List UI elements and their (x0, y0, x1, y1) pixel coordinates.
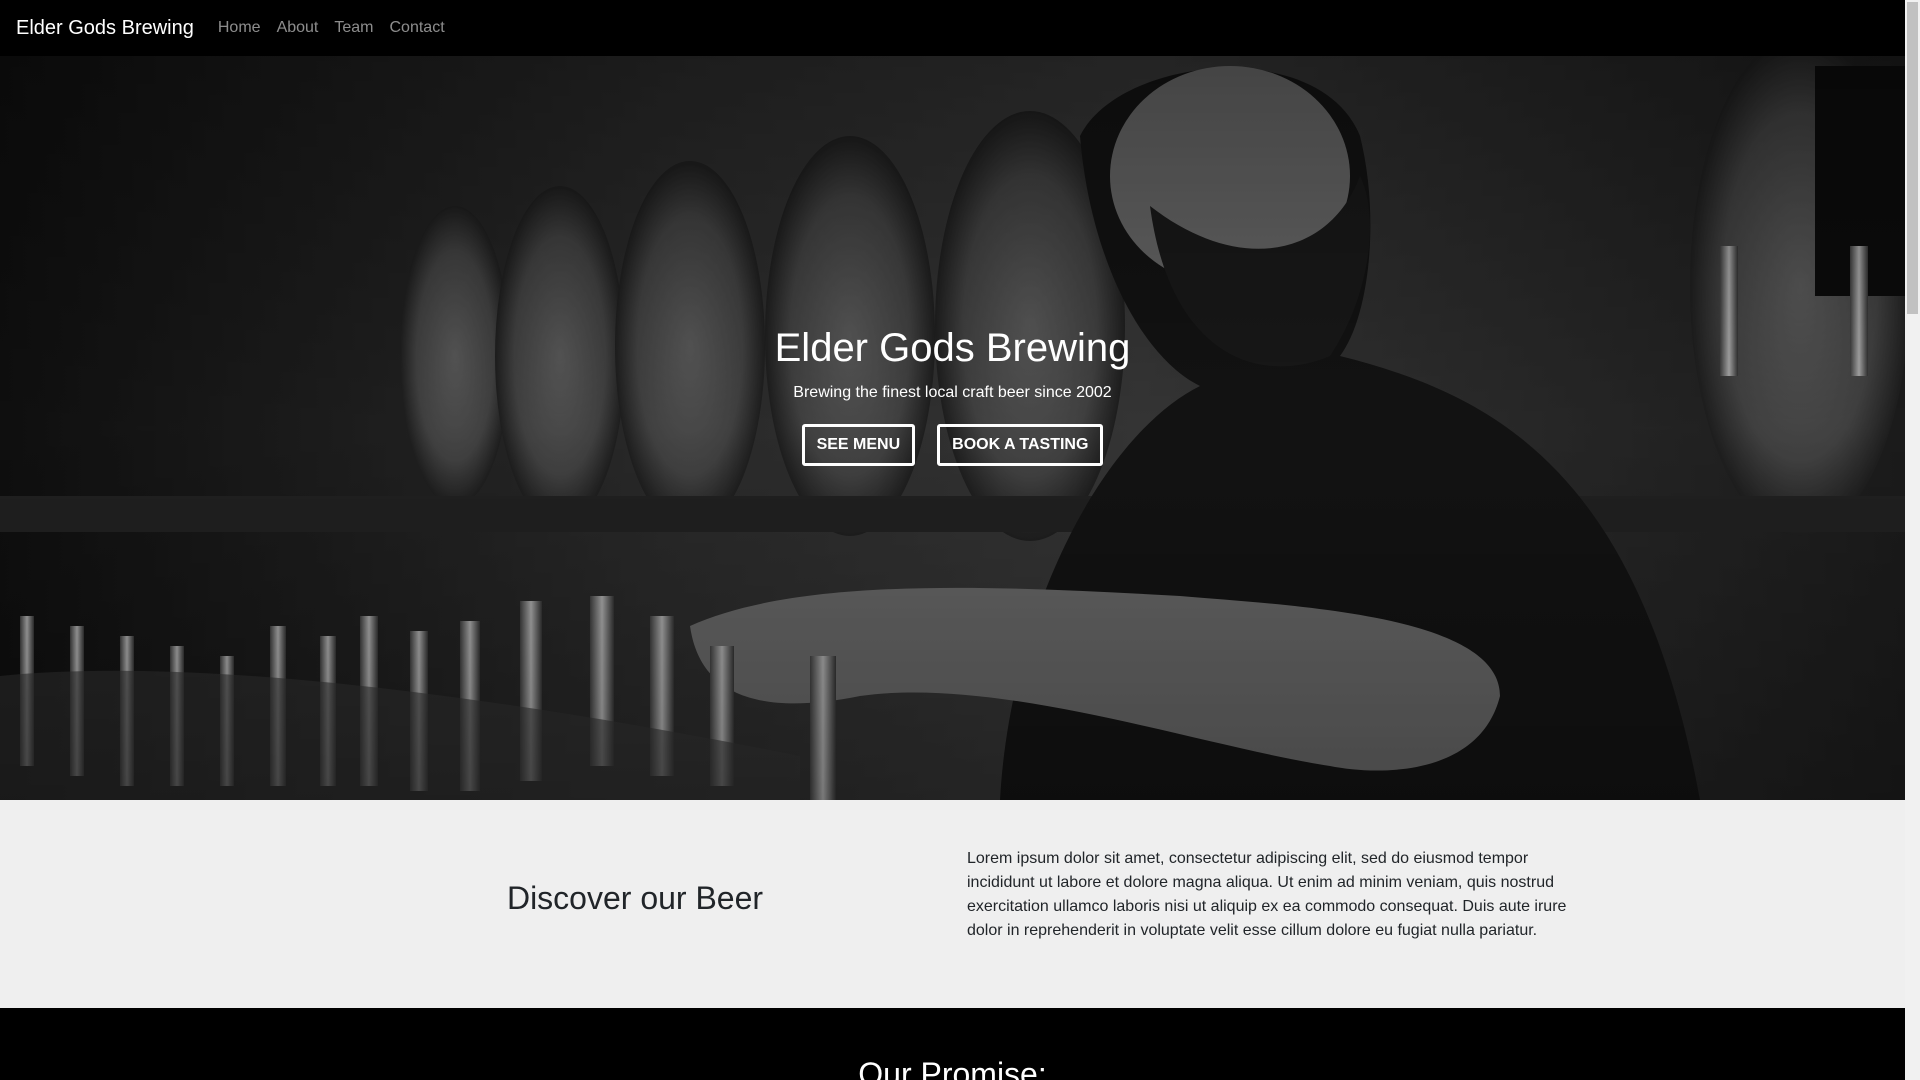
hero-subtitle: Brewing the finest local craft beer sinc… (793, 384, 1112, 401)
hero-content: Elder Gods Brewing Brewing the finest lo… (0, 324, 1905, 466)
nav-link-team[interactable]: Team (334, 19, 373, 37)
page: Elder Gods Brewing Home About Team Conta… (0, 0, 1905, 1080)
navbar-brand[interactable]: Elder Gods Brewing (16, 17, 194, 40)
hero-title: Elder Gods Brewing (774, 326, 1131, 370)
vertical-scrollbar[interactable] (1905, 0, 1920, 1080)
nav-link-home[interactable]: Home (218, 19, 261, 37)
discover-text: Lorem ipsum dolor sit amet, consectetur … (967, 850, 1567, 939)
promise-title: Our Promise: (858, 1056, 1047, 1080)
see-menu-button[interactable]: SEE MENU (801, 424, 916, 466)
hero-section: Elder Gods Brewing Brewing the finest lo… (0, 56, 1905, 800)
discover-section: Discover our Beer Lorem ipsum dolor sit … (0, 800, 1905, 1008)
nav-link-contact[interactable]: Contact (390, 19, 445, 37)
promise-section: Our Promise: (0, 1008, 1905, 1080)
book-tasting-button[interactable]: BOOK A TASTING (937, 424, 1104, 466)
scrollbar-thumb[interactable] (1907, 2, 1918, 314)
navbar: Elder Gods Brewing Home About Team Conta… (0, 0, 1905, 56)
hero-buttons: SEE MENU BOOK A TASTING (0, 424, 1905, 466)
nav-links: Home About Team Contact (218, 19, 461, 37)
nav-link-about[interactable]: About (277, 19, 319, 37)
